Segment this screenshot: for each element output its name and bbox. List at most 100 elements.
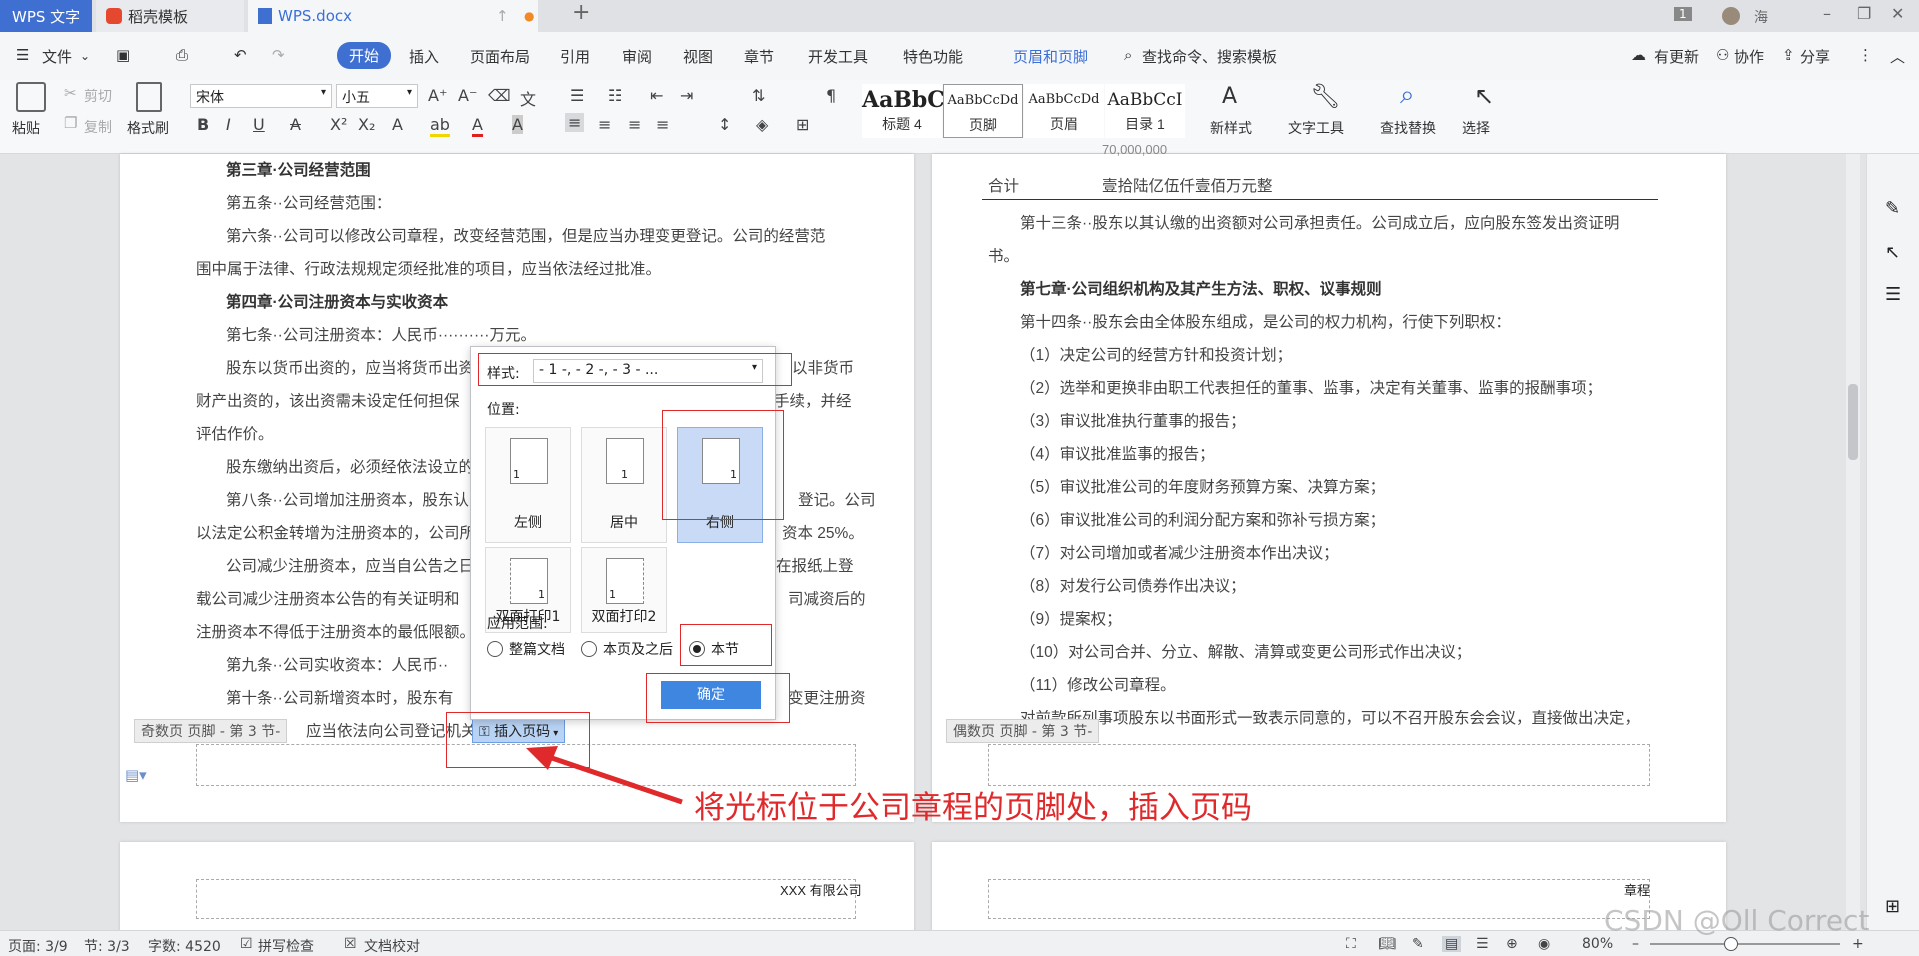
vertical-scrollbar[interactable]: [1846, 154, 1860, 930]
close-button[interactable]: ✕: [1891, 4, 1904, 23]
menu-page-layout[interactable]: 页面布局: [470, 46, 530, 67]
fullscreen-icon[interactable]: ⛶: [1346, 936, 1356, 952]
outline-view-icon[interactable]: ☰: [1476, 936, 1489, 952]
zoom-in-button[interactable]: +: [1852, 936, 1864, 952]
pinyin-icon[interactable]: 文: [520, 86, 536, 110]
copy-button[interactable]: 复制: [84, 117, 112, 137]
tab-wps-writer[interactable]: WPS 文字: [0, 0, 92, 32]
paragraph-mark-icon[interactable]: ¶: [826, 86, 836, 105]
pen-icon[interactable]: ✎: [1885, 198, 1900, 219]
align-left-icon[interactable]: ≡: [565, 113, 585, 132]
bullets-icon[interactable]: ☰: [570, 86, 584, 105]
hamburger-icon[interactable]: ☰: [16, 46, 29, 64]
footer-options-icon[interactable]: ▤▾: [125, 766, 147, 784]
style-toc1[interactable]: AaBbCcI 目录 1: [1105, 84, 1185, 138]
line-spacing-icon[interactable]: ↕: [718, 115, 731, 134]
format-painter-button[interactable]: 格式刷: [127, 118, 169, 138]
avatar[interactable]: [1722, 7, 1740, 25]
text-tools-button[interactable]: 文字工具: [1288, 118, 1344, 138]
restore-button[interactable]: ❐: [1857, 4, 1871, 23]
page-indicator[interactable]: 页面: 3/9: [8, 936, 68, 956]
range-this-page-after[interactable]: 本页及之后: [581, 639, 673, 659]
char-shading-icon[interactable]: A: [512, 115, 523, 134]
font-color-icon[interactable]: A: [472, 115, 483, 137]
position-left[interactable]: 1 左侧: [485, 427, 571, 543]
word-count[interactable]: 字数: 4520: [148, 936, 221, 956]
menu-references[interactable]: 引用: [560, 46, 590, 67]
style-heading4[interactable]: AaBbC 标题 4: [862, 84, 945, 138]
zoom-out-button[interactable]: –: [1632, 936, 1639, 952]
zoom-slider[interactable]: [1650, 937, 1840, 951]
more-icon[interactable]: ⋮: [1858, 46, 1873, 64]
command-search[interactable]: 查找命令、搜索模板: [1142, 46, 1277, 67]
section-indicator[interactable]: 节: 3/3: [84, 936, 130, 956]
share-button[interactable]: 分享: [1800, 46, 1830, 67]
align-center-icon[interactable]: ≡: [598, 115, 611, 134]
menu-review[interactable]: 审阅: [622, 46, 652, 67]
eye-care-icon[interactable]: ◉: [1538, 936, 1550, 952]
write-mode-icon[interactable]: ✎: [1412, 936, 1424, 952]
range-whole-doc[interactable]: 整篇文档: [487, 639, 565, 659]
collab-button[interactable]: 协作: [1734, 46, 1764, 67]
position-duplex2[interactable]: 1 双面打印2: [581, 547, 667, 633]
new-style-button[interactable]: 新样式: [1210, 118, 1252, 138]
tab-template[interactable]: 稻壳模板: [96, 0, 244, 32]
update-button[interactable]: 有更新: [1654, 46, 1699, 67]
style-header[interactable]: AaBbCcDd 页眉: [1024, 84, 1104, 138]
underline-button[interactable]: U: [253, 115, 265, 134]
sort-icon[interactable]: ⇅: [752, 86, 765, 105]
outdent-icon[interactable]: ⇤: [650, 86, 663, 105]
highlight-icon[interactable]: ab: [430, 115, 450, 137]
search-icon[interactable]: ⌕: [1124, 46, 1132, 64]
menu-header-footer[interactable]: 页眉和页脚: [1013, 46, 1088, 67]
menu-special[interactable]: 特色功能: [903, 46, 963, 67]
menu-view[interactable]: 视图: [683, 46, 713, 67]
font-select[interactable]: 宋体 ▾: [190, 84, 332, 108]
save-icon[interactable]: ▣: [116, 46, 130, 64]
menu-chapter[interactable]: 章节: [744, 46, 774, 67]
justify-icon[interactable]: ≡: [656, 115, 669, 134]
cut-button[interactable]: 剪切: [84, 86, 112, 106]
select-button[interactable]: 选择: [1462, 118, 1490, 138]
zoom-slider-knob[interactable]: [1724, 937, 1738, 951]
page-view-icon[interactable]: ▤: [1442, 936, 1462, 952]
strikethrough-icon[interactable]: A: [290, 115, 301, 134]
border-icon[interactable]: ⊞: [796, 115, 809, 134]
numbering-icon[interactable]: ☷: [608, 86, 622, 105]
spellcheck-button[interactable]: 拼写检查: [258, 936, 314, 956]
indent-icon[interactable]: ⇥: [680, 86, 693, 105]
redo-icon[interactable]: ↷: [272, 46, 285, 64]
tab-document[interactable]: WPS.docx ↑ ●: [248, 0, 538, 32]
subscript-icon[interactable]: X₂: [358, 115, 375, 134]
grow-font-icon[interactable]: A⁺: [428, 86, 447, 105]
web-view-icon[interactable]: ⊕: [1506, 936, 1518, 952]
collapse-ribbon-icon[interactable]: ︿: [1890, 46, 1905, 67]
undo-icon[interactable]: ↶: [234, 46, 247, 64]
menu-dev-tools[interactable]: 开发工具: [808, 46, 868, 67]
sliders-icon[interactable]: ☰: [1885, 284, 1901, 305]
paste-button[interactable]: 粘贴: [12, 118, 40, 138]
italic-button[interactable]: I: [226, 115, 231, 134]
footer-area-right[interactable]: [988, 744, 1650, 786]
read-mode-icon[interactable]: 📖︎: [1378, 936, 1396, 952]
grid-icon[interactable]: ⊞: [1885, 896, 1900, 917]
zoom-level[interactable]: 80%: [1582, 936, 1613, 952]
proofread-button[interactable]: 文档校对: [364, 936, 420, 956]
scrollbar-thumb[interactable]: [1848, 384, 1858, 460]
pointer-icon[interactable]: ↖: [1885, 242, 1900, 263]
shrink-font-icon[interactable]: A⁻: [458, 86, 477, 105]
new-tab-button[interactable]: +: [572, 0, 590, 25]
clear-format-icon[interactable]: ⌫: [488, 86, 511, 105]
font-size-select[interactable]: 小五 ▾: [336, 84, 418, 108]
text-effect-icon[interactable]: A: [392, 115, 403, 134]
window-count-badge[interactable]: 1: [1674, 7, 1692, 21]
menu-start[interactable]: 开始: [337, 42, 392, 69]
shading-icon[interactable]: ◈: [756, 115, 768, 134]
find-replace-button[interactable]: 查找替换: [1380, 118, 1436, 138]
align-right-icon[interactable]: ≡: [628, 115, 641, 134]
bold-button[interactable]: B: [197, 115, 209, 134]
print-icon[interactable]: ⎙: [176, 46, 188, 64]
chevron-down-icon[interactable]: ⌄: [80, 49, 90, 63]
position-center[interactable]: 1 居中: [581, 427, 667, 543]
menu-file[interactable]: 文件: [42, 46, 72, 67]
